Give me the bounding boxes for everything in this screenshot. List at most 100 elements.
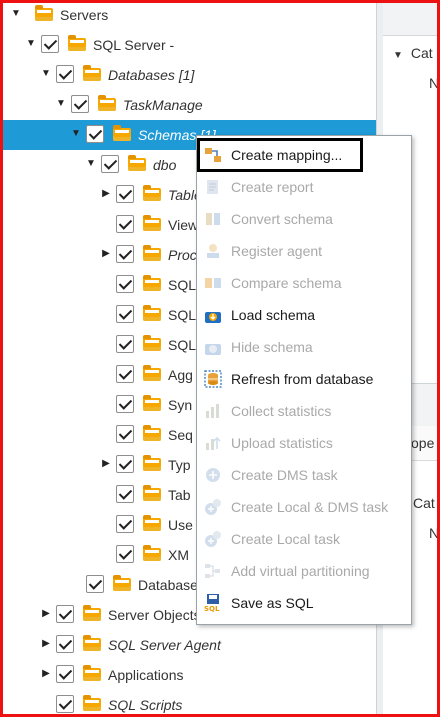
tree-checkbox[interactable] [56,665,74,683]
tab-operations[interactable]: ope [411,435,434,451]
folder-icon [143,305,161,321]
create-mapping-icon [204,146,222,164]
menu-item-label: Create DMS task [231,467,338,483]
tree-checkbox[interactable] [116,185,134,203]
category-expander-top[interactable]: ▼ Cat [393,45,433,61]
tree-checkbox[interactable] [56,605,74,623]
collapse-arrow-icon[interactable]: ▼ [71,127,81,141]
tree-checkbox[interactable] [116,305,134,323]
convert-schema-icon [204,210,222,228]
expand-arrow-icon[interactable]: ▶ [101,247,111,261]
expand-arrow-icon[interactable]: ▶ [41,637,51,651]
menu-item-add-virtual-partitioning[interactable]: Add virtual partitioning [197,555,411,587]
folder-icon [143,185,161,201]
tree-checkbox[interactable] [116,365,134,383]
menu-item-upload-statistics[interactable]: Upload statistics [197,427,411,459]
menu-item-label: Add virtual partitioning [231,563,370,579]
tree-node[interactable]: ▼ Servers [3,3,377,30]
tree-node[interactable]: ▶ Applications [3,660,377,690]
collapse-arrow-icon[interactable]: ▼ [26,37,36,51]
expand-arrow-icon[interactable]: ▼ [393,50,403,61]
menu-item-create-local-dms-task[interactable]: Create Local & DMS task [197,491,411,523]
menu-item-label: Register agent [231,243,323,259]
folder-icon [143,455,161,471]
tree-node-label: dbo [153,157,177,173]
tree-checkbox[interactable] [116,425,134,443]
expand-arrow-icon[interactable]: ▶ [101,457,111,471]
menu-item-create-local-task[interactable]: Create Local task [197,523,411,555]
menu-item-label: Collect statistics [231,403,332,419]
menu-item-label: Hide schema [231,339,313,355]
tree-checkbox[interactable] [71,95,89,113]
tree-checkbox[interactable] [101,155,119,173]
save-as-sql-icon: SQL [204,594,222,613]
tree-checkbox[interactable] [86,575,104,593]
menu-item-refresh-from-database[interactable]: Refresh from database [197,363,411,395]
tree-node-label: SQL [168,307,197,323]
collapse-arrow-icon[interactable]: ▼ [41,67,51,81]
tree-checkbox[interactable] [56,635,74,653]
tree-node[interactable]: ▼ Databases [1] [3,60,377,90]
menu-item-create-report[interactable]: Create report [197,171,411,203]
tree-checkbox[interactable] [116,275,134,293]
menu-item-load-schema[interactable]: Load schema [197,299,411,331]
tree-checkbox[interactable] [116,215,134,233]
menu-item-collect-statistics[interactable]: Collect statistics [197,395,411,427]
tree-node[interactable]: ▼ SQL Server - [3,30,377,60]
menu-item-label: Load schema [231,307,316,323]
menu-item-create-dms-task[interactable]: Create DMS task [197,459,411,491]
tree-node-label: Server Objects [108,607,201,623]
folder-icon [143,395,161,411]
folder-icon [35,5,53,21]
expand-arrow-icon[interactable]: ▶ [41,667,51,681]
tree-node-label: Agg [168,367,193,383]
collapse-arrow-icon[interactable]: ▼ [11,7,21,21]
tree-checkbox[interactable] [41,35,59,53]
svg-text:SQL: SQL [204,605,220,612]
menu-item-label: Refresh from database [231,371,374,387]
tree-node[interactable]: ▼ TaskManage [3,90,377,120]
menu-item-create-mapping[interactable]: Create mapping... [197,139,411,171]
add-virtual-partitioning-icon [204,562,222,580]
tree-checkbox[interactable] [116,515,134,533]
tree-checkbox[interactable] [116,335,134,353]
menu-item-label: Upload statistics [231,435,333,451]
properties-header [383,3,437,36]
create-dms-task-icon [204,466,222,484]
tree-node-label: Servers [60,7,109,23]
menu-item-convert-schema[interactable]: Convert schema [197,203,411,235]
folder-icon [113,125,131,141]
context-menu: Create mapping... Create report Convert sc… [196,135,412,625]
tree-checkbox[interactable] [116,245,134,263]
expand-arrow-icon[interactable]: ▶ [41,607,51,621]
tree-checkbox[interactable] [56,695,74,713]
tree-checkbox[interactable] [116,485,134,503]
menu-item-register-agent[interactable]: Register agent [197,235,411,267]
menu-item-compare-schema[interactable]: Compare schema [197,267,411,299]
tree-checkbox[interactable] [116,455,134,473]
tree-checkbox[interactable] [116,395,134,413]
expand-arrow-icon[interactable]: ▶ [101,187,111,201]
menu-item-label: Compare schema [231,275,342,291]
tree-checkbox[interactable] [86,125,104,143]
tree-node-label: SQL Scripts [108,697,183,713]
folder-icon [83,65,101,81]
folder-icon [98,95,116,111]
tree-node[interactable]: ▶ SQL Server Agent [3,630,377,660]
folder-icon [113,575,131,591]
tree-node[interactable]: SQL Scripts [3,690,377,714]
menu-item-save-as-sql[interactable]: SQL Save as SQL [197,587,411,619]
tree-node-label: TaskManage [123,97,203,113]
tree-checkbox[interactable] [56,65,74,83]
tree-checkbox[interactable] [116,545,134,563]
collapse-arrow-icon[interactable]: ▼ [56,97,66,111]
collapse-arrow-icon[interactable]: ▼ [86,157,96,171]
tree-node-label: SQL [168,277,197,293]
folder-icon [143,485,161,501]
folder-icon [83,635,101,651]
menu-item-label: Convert schema [231,211,333,227]
menu-item-hide-schema[interactable]: Hide schema [197,331,411,363]
tree-node-label: Tab [168,487,191,503]
refresh-from-database-icon [204,370,222,388]
menu-item-label: Create report [231,179,314,195]
